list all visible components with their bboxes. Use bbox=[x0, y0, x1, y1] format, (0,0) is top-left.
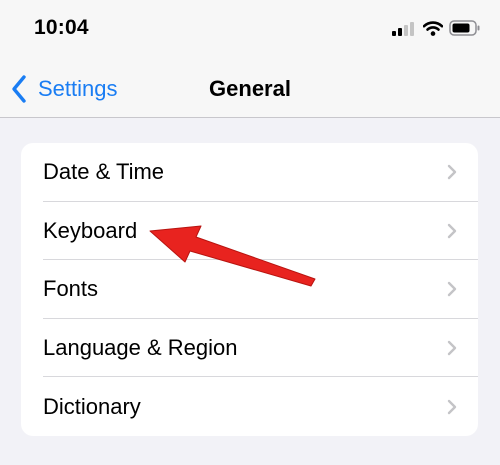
page-title: General bbox=[209, 76, 291, 101]
settings-list: Date & Time Keyboard Fonts Language & Re… bbox=[21, 143, 478, 436]
status-icons bbox=[392, 20, 482, 38]
list-item-date-time[interactable]: Date & Time bbox=[21, 143, 478, 202]
battery-icon bbox=[449, 20, 480, 36]
chevron-right-icon bbox=[447, 282, 457, 297]
list-item-label: Language & Region bbox=[43, 335, 238, 361]
chevron-right-icon bbox=[447, 399, 457, 414]
chevron-right-icon bbox=[447, 340, 457, 356]
status-time: 10:04 bbox=[34, 16, 89, 39]
list-item-label: Fonts bbox=[43, 276, 99, 302]
cellular-signal-icon bbox=[392, 22, 414, 36]
list-item-dictionary[interactable]: Dictionary bbox=[21, 377, 478, 436]
list-item-language-region[interactable]: Language & Region bbox=[21, 319, 478, 378]
chevron-right-icon bbox=[447, 223, 457, 239]
list-item-keyboard[interactable]: Keyboard bbox=[21, 202, 478, 261]
list-item-fonts[interactable]: Fonts bbox=[21, 260, 478, 319]
header: 10:04 Settings General bbox=[0, 0, 500, 118]
settings-general-screen: 10:04 Settings General Date & Time Keybo… bbox=[0, 0, 500, 465]
list-item-label: Keyboard bbox=[43, 217, 138, 243]
list-item-label: Date & Time bbox=[43, 159, 165, 185]
list-item-label: Dictionary bbox=[43, 393, 141, 419]
wifi-icon bbox=[423, 21, 443, 36]
chevron-right-icon bbox=[447, 165, 457, 180]
